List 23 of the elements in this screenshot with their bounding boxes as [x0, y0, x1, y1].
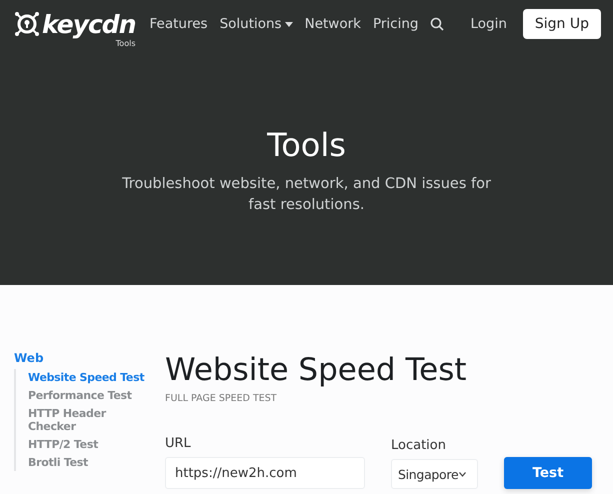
logo-subtitle: Tools: [116, 38, 136, 48]
logo-icon: [14, 11, 40, 37]
logo-text: keycdn: [42, 10, 136, 38]
hero-title: Tools: [267, 126, 346, 164]
field-label: Location: [391, 438, 447, 453]
nav-link[interactable]: Solutions: [220, 16, 293, 32]
sign-up-button[interactable]: Sign Up: [522, 9, 601, 39]
page-subtitle: FULL PAGE SPEED TEST: [165, 393, 278, 404]
test-button[interactable]: Test: [504, 457, 592, 489]
caret-icon: [284, 22, 293, 26]
sidebar-item[interactable]: Website Speed Test: [28, 371, 150, 384]
location-select[interactable]: Singapore: [391, 459, 478, 489]
nav-link[interactable]: Features: [150, 16, 208, 32]
url-field[interactable]: https://new2h.com: [165, 457, 365, 489]
nav-link[interactable]: Pricing: [372, 16, 418, 32]
field-label: URL: [165, 436, 192, 451]
page-title: Website Speed Test: [165, 351, 468, 389]
nav-link[interactable]: Network: [304, 16, 361, 32]
sidebar-heading: Web: [14, 351, 45, 365]
search-icon[interactable]: [430, 17, 444, 31]
hero-subtitle: Troubleshoot website, network, and CDN issues for fast resolutions.: [122, 175, 492, 216]
login-link[interactable]: Login: [470, 16, 507, 32]
chevron-icon: [459, 472, 466, 476]
